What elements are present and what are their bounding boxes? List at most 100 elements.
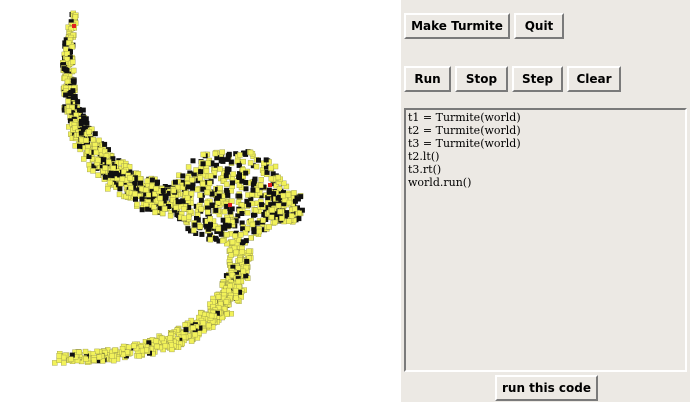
yellow-cell: [146, 192, 152, 198]
yellow-cell: [200, 151, 207, 158]
yellow-cell: [225, 217, 231, 223]
yellow-cell: [183, 190, 189, 196]
yellow-cell: [82, 348, 89, 355]
yellow-cell: [107, 179, 113, 186]
yellow-cell: [208, 312, 215, 319]
turmite-marker: [228, 203, 232, 207]
yellow-cell: [86, 162, 92, 168]
yellow-cell: [105, 159, 112, 165]
yellow-cell: [288, 213, 295, 219]
yellow-cell: [223, 181, 230, 187]
yellow-cell: [197, 223, 204, 230]
yellow-cell: [96, 354, 103, 360]
run-button[interactable]: Run: [404, 66, 451, 92]
yellow-cell: [190, 325, 197, 331]
yellow-cell: [192, 331, 198, 338]
stop-button[interactable]: Stop: [455, 66, 508, 92]
yellow-cell: [69, 44, 76, 50]
black-cell: [183, 327, 189, 333]
yellow-cell: [134, 201, 140, 208]
yellow-cell: [128, 185, 134, 191]
yellow-cell: [200, 180, 206, 187]
yellow-cell: [235, 278, 242, 285]
yellow-cell: [237, 152, 243, 158]
world-canvas[interactable]: [0, 0, 401, 402]
trail-cells: [52, 10, 305, 366]
yellow-cell: [96, 137, 102, 144]
yellow-cell: [260, 217, 266, 224]
yellow-cell: [110, 165, 117, 171]
yellow-cell: [70, 67, 77, 74]
code-line: t3.rt(): [408, 163, 442, 176]
code-line: t2.lt(): [408, 150, 440, 163]
yellow-cell: [248, 235, 254, 241]
clear-button[interactable]: Clear: [567, 66, 621, 92]
black-cell: [175, 199, 181, 205]
black-cell: [225, 153, 231, 159]
yellow-cell: [296, 210, 302, 216]
turmite-marker: [72, 24, 76, 28]
yellow-cell: [268, 175, 274, 182]
yellow-cell: [161, 206, 168, 212]
black-cell: [208, 222, 213, 228]
yellow-cell: [158, 200, 164, 207]
black-cell: [133, 196, 138, 202]
run-this-code-button[interactable]: run this code: [495, 375, 598, 401]
yellow-cell: [205, 322, 212, 329]
black-cell: [295, 196, 301, 202]
yellow-cell: [285, 191, 292, 198]
yellow-cell: [272, 163, 279, 170]
black-cell: [206, 226, 212, 232]
yellow-cell: [90, 136, 97, 143]
quit-button[interactable]: Quit: [514, 13, 564, 39]
yellow-cell: [143, 187, 149, 193]
yellow-cell: [153, 338, 160, 344]
yellow-cell: [258, 182, 264, 189]
yellow-cell: [258, 176, 264, 183]
yellow-cell: [76, 349, 82, 355]
yellow-cell: [236, 257, 243, 263]
black-cell: [230, 180, 235, 186]
yellow-cell: [184, 175, 190, 182]
yellow-cell: [239, 248, 245, 255]
black-cell: [239, 211, 245, 216]
code-editor[interactable]: t1 = Turmite(world) t2 = Turmite(world) …: [404, 108, 687, 372]
yellow-cell: [219, 149, 226, 155]
yellow-cell: [197, 192, 203, 198]
black-cell: [180, 173, 186, 179]
yellow-cell: [279, 215, 285, 222]
code-line: world.run(): [408, 176, 472, 189]
black-cell: [225, 223, 231, 229]
yellow-cell: [268, 214, 275, 221]
yellow-cell: [246, 248, 252, 254]
yellow-cell: [90, 168, 96, 174]
yellow-cell: [277, 208, 283, 215]
yellow-cell: [225, 287, 232, 294]
yellow-cell: [280, 192, 286, 199]
black-cell: [198, 169, 204, 175]
yellow-cell: [193, 167, 199, 173]
yellow-cell: [253, 163, 260, 170]
yellow-cell: [232, 288, 239, 294]
control-panel: Make Turmite Quit Run Stop Step Clear t1…: [401, 0, 690, 402]
make-turmite-button[interactable]: Make Turmite: [404, 13, 510, 39]
black-cell: [244, 258, 250, 264]
black-cell: [80, 107, 86, 113]
black-cell: [250, 187, 256, 193]
yellow-cell: [83, 137, 90, 144]
code-line: t1 = Turmite(world): [408, 111, 521, 124]
black-cell: [190, 185, 196, 191]
black-cell: [138, 180, 143, 186]
step-button[interactable]: Step: [512, 66, 563, 92]
code-line: t3 = Turmite(world): [408, 137, 521, 150]
yellow-cell: [72, 14, 79, 20]
yellow-cell: [286, 199, 293, 206]
black-cell: [263, 157, 269, 163]
black-cell: [220, 217, 226, 223]
black-cell: [239, 178, 245, 184]
yellow-cell: [229, 198, 235, 204]
yellow-cell: [181, 206, 187, 212]
yellow-cell: [204, 189, 211, 196]
yellow-cell: [152, 209, 158, 216]
yellow-cell: [126, 175, 133, 181]
